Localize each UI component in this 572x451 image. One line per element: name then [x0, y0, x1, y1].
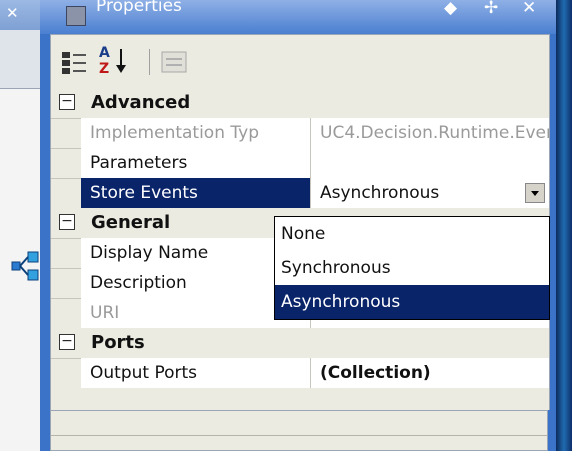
property-value[interactable]: (Collection): [311, 358, 549, 388]
window-title: Properties: [96, 0, 182, 16]
category-label: Advanced: [91, 92, 191, 113]
properties-title-bar[interactable]: Properties ◆ ✢ ✕: [40, 0, 556, 34]
property-pages-icon[interactable]: [161, 51, 187, 73]
dock-pin-icon[interactable]: ✢: [484, 0, 498, 18]
pin-dropdown-icon[interactable]: ◆: [444, 0, 457, 18]
background-decoration: [556, 0, 572, 451]
property-value[interactable]: [311, 148, 549, 178]
property-name: Implementation Typ: [81, 118, 311, 148]
property-name: Store Events: [81, 178, 311, 208]
property-name: Output Ports: [81, 358, 311, 388]
sort-letter-a: A: [99, 45, 110, 61]
sort-arrow-icon: [116, 49, 126, 73]
toolbar-separator: [149, 49, 150, 75]
property-value: UC4.Decision.Runtime.Ever: [311, 118, 549, 148]
store-events-select[interactable]: Asynchronous: [311, 178, 549, 208]
document-pane: ✕: [0, 0, 40, 451]
dropdown-option-synchronous[interactable]: Synchronous: [275, 251, 549, 285]
category-advanced[interactable]: − Advanced: [51, 88, 549, 119]
sort-letter-z: Z: [99, 61, 110, 77]
collapse-icon[interactable]: −: [59, 214, 75, 230]
property-row-store-events[interactable]: Store Events Asynchronous: [51, 178, 549, 209]
category-ports[interactable]: − Ports: [51, 328, 549, 359]
property-row-parameters[interactable]: Parameters: [51, 148, 549, 179]
collapse-icon[interactable]: −: [59, 94, 75, 110]
dropdown-option-none[interactable]: None: [275, 217, 549, 251]
description-panel: [50, 410, 548, 451]
workflow-node-icon[interactable]: [8, 248, 40, 288]
properties-toolbar: A Z: [50, 34, 550, 90]
category-label: Ports: [91, 332, 145, 353]
document-header-band: [0, 30, 40, 89]
document-tab-bar: ✕: [0, 0, 40, 30]
document-close-icon[interactable]: ✕: [6, 4, 19, 22]
dropdown-arrow-button[interactable]: [525, 183, 545, 203]
dropdown-option-asynchronous[interactable]: Asynchronous: [275, 285, 549, 319]
grid-empty-area: [51, 388, 549, 410]
collapse-icon[interactable]: −: [59, 334, 75, 350]
property-name: Parameters: [81, 148, 311, 178]
property-row-implementation-type[interactable]: Implementation Typ UC4.Decision.Runtime.…: [51, 118, 549, 149]
property-row-output-ports[interactable]: Output Ports (Collection): [51, 358, 549, 389]
categorized-view-icon[interactable]: [61, 51, 87, 75]
store-events-dropdown-list: None Synchronous Asynchronous: [274, 216, 550, 320]
properties-window-icon: [66, 6, 86, 26]
panel-divider: [51, 435, 547, 436]
property-value: Asynchronous: [320, 183, 440, 203]
window-close-icon[interactable]: ✕: [522, 0, 536, 18]
category-label: General: [91, 212, 171, 233]
alphabetical-sort-icon[interactable]: A Z: [97, 45, 137, 81]
